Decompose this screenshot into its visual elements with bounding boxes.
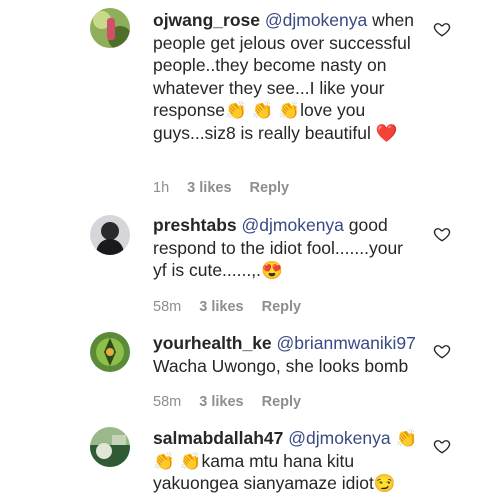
- reply-button[interactable]: Reply: [262, 394, 302, 410]
- avatar[interactable]: [90, 8, 130, 48]
- comment-time: 1h: [153, 180, 170, 196]
- comment-username[interactable]: preshtabs: [153, 215, 237, 235]
- comment-text: ojwang_rose @djmokenya when people get j…: [153, 9, 418, 144]
- comment-username[interactable]: yourhealth_ke: [153, 333, 272, 353]
- comment-likes[interactable]: 3 likes: [187, 180, 231, 196]
- comment-time: 58m: [153, 394, 182, 410]
- comment-username[interactable]: ojwang_rose: [153, 10, 260, 30]
- heart-outline-icon[interactable]: [433, 342, 451, 360]
- comment-message: Wacha Uwongo, she looks bomb: [153, 355, 409, 376]
- comment-text: yourhealth_ke @brianmwaniki97 Wacha Uwon…: [153, 332, 418, 377]
- reply-button[interactable]: Reply: [250, 180, 290, 196]
- comment-meta: 1h 3 likes Reply: [153, 180, 303, 196]
- comment-meta: 58m 3 likes Reply: [153, 299, 315, 315]
- heart-outline-icon[interactable]: [433, 225, 451, 243]
- comment-likes[interactable]: 3 likes: [199, 299, 243, 315]
- comment-username[interactable]: salmabdallah47: [153, 428, 283, 448]
- reply-button[interactable]: Reply: [262, 299, 302, 315]
- comment-text: preshtabs @djmokenya good respond to the…: [153, 214, 418, 282]
- heart-outline-icon[interactable]: [433, 437, 451, 455]
- comment-text: salmabdallah47 @djmokenya 👏 👏 👏kama mtu …: [153, 427, 418, 495]
- comment-item: ojwang_rose @djmokenya when people get j…: [0, 0, 480, 200]
- comment-item: yourhealth_ke @brianmwaniki97 Wacha Uwon…: [0, 325, 480, 420]
- avatar[interactable]: [90, 215, 130, 255]
- comment-item: salmabdallah47 @djmokenya 👏 👏 👏kama mtu …: [0, 420, 480, 496]
- comment-meta: 58m 3 likes Reply: [153, 394, 315, 410]
- comment-time: 58m: [153, 299, 182, 315]
- comment-mention[interactable]: @djmokenya: [242, 215, 344, 235]
- avatar[interactable]: [90, 427, 130, 467]
- comment-likes[interactable]: 3 likes: [199, 394, 243, 410]
- heart-outline-icon[interactable]: [433, 20, 451, 38]
- comment-mention[interactable]: @brianmwaniki97: [277, 333, 416, 353]
- comment-item: preshtabs @djmokenya good respond to the…: [0, 210, 480, 320]
- avatar[interactable]: [90, 332, 130, 372]
- comment-mention[interactable]: @djmokenya: [288, 428, 390, 448]
- comment-mention[interactable]: @djmokenya: [265, 10, 367, 30]
